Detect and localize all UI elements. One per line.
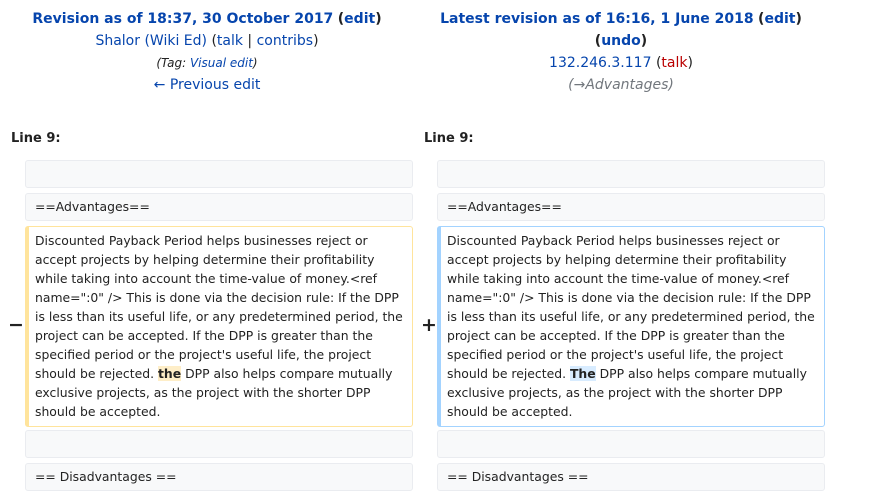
old-revision-title-line: Revision as of 18:37, 30 October 2017 (e… bbox=[32, 11, 382, 27]
section-arrow-link[interactable]: → bbox=[574, 77, 586, 93]
deleted-line-block: Discounted Payback Period helps business… bbox=[25, 226, 413, 427]
old-context-line-empty-2 bbox=[25, 430, 413, 458]
old-revision-edit-link[interactable]: edit bbox=[344, 11, 375, 27]
new-revision-edit-link[interactable]: edit bbox=[764, 11, 795, 27]
new-context-line-empty bbox=[437, 160, 825, 188]
added-word-highlight: The bbox=[569, 366, 596, 381]
new-revision-title-line: Latest revision as of 16:16, 1 June 2018… bbox=[440, 11, 802, 27]
new-line-number: Line 9: bbox=[424, 131, 474, 146]
tag-visual-edit-link[interactable]: Visual edit bbox=[190, 56, 253, 70]
deleted-line-marker: − bbox=[8, 314, 24, 336]
new-revision-header: Latest revision as of 16:16, 1 June 2018… bbox=[414, 8, 828, 96]
previous-edit-line: ← Previous edit bbox=[0, 74, 414, 96]
old-revision-header: Revision as of 18:37, 30 October 2017 (e… bbox=[0, 8, 414, 96]
old-revision-tag-line: (Tag: Visual edit) bbox=[156, 56, 258, 70]
section-name: Advantages bbox=[585, 77, 669, 93]
ip-user-link[interactable]: 132.246.3.117 bbox=[549, 55, 651, 71]
added-line-marker: + bbox=[421, 314, 437, 336]
old-context-line-disadvantages: == Disadvantages == bbox=[25, 463, 413, 491]
tag-prefix: (Tag: bbox=[156, 56, 190, 70]
new-context-line-empty-2 bbox=[437, 430, 825, 458]
old-line-number: Line 9: bbox=[11, 131, 61, 146]
old-revision-contribs-link[interactable]: contribs bbox=[257, 33, 313, 49]
old-revision-user-link[interactable]: Shalor (Wiki Ed) bbox=[95, 33, 207, 49]
new-context-line-disadvantages: == Disadvantages == bbox=[437, 463, 825, 491]
undo-line: (undo) bbox=[594, 33, 648, 49]
edit-summary-line: (→Advantages) bbox=[568, 77, 674, 93]
old-context-line-advantages: ==Advantages== bbox=[25, 193, 413, 221]
undo-link[interactable]: undo bbox=[601, 33, 641, 49]
added-line-block: Discounted Payback Period helps business… bbox=[437, 226, 825, 427]
new-revision-link[interactable]: Latest revision as of 16:16, 1 June 2018 bbox=[440, 11, 753, 27]
old-context-line-empty bbox=[25, 160, 413, 188]
new-revision-user-line: 132.246.3.117 (talk) bbox=[549, 55, 693, 71]
new-context-line-advantages: ==Advantages== bbox=[437, 193, 825, 221]
old-revision-talk-link[interactable]: talk bbox=[217, 33, 243, 49]
deleted-text-before: Discounted Payback Period helps business… bbox=[35, 233, 403, 381]
previous-edit-link[interactable]: ← Previous edit bbox=[154, 77, 261, 93]
old-revision-link[interactable]: Revision as of 18:37, 30 October 2017 bbox=[32, 11, 333, 27]
added-text-before: Discounted Payback Period helps business… bbox=[447, 233, 815, 381]
ip-talk-link[interactable]: talk bbox=[661, 55, 687, 71]
deleted-word-highlight: the bbox=[157, 366, 182, 381]
old-revision-user-line: Shalor (Wiki Ed) (talk | contribs) bbox=[95, 33, 319, 49]
